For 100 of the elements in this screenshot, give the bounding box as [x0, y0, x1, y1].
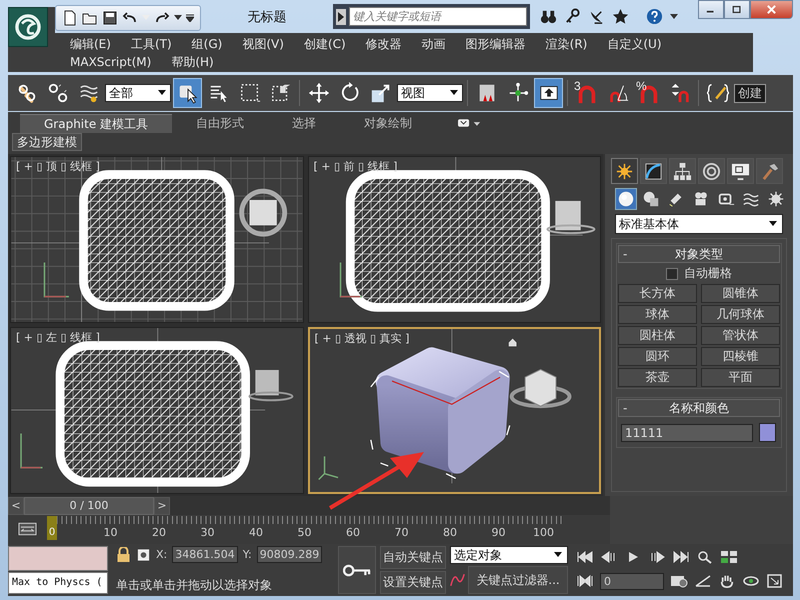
- search-field[interactable]: 键入关键字或短语: [349, 7, 527, 26]
- menu-item[interactable]: 创建(C): [296, 35, 355, 53]
- menu-item[interactable]: 自定义(U): [600, 35, 671, 53]
- named-selection-field[interactable]: 创建: [734, 84, 766, 102]
- current-frame-field[interactable]: 0: [600, 572, 664, 590]
- expand-arrow-icon[interactable]: [336, 8, 346, 24]
- go-to-end-icon[interactable]: [672, 550, 690, 564]
- menu-item[interactable]: 渲染(R): [538, 35, 596, 53]
- rollout-header[interactable]: - 对象类型: [618, 245, 780, 263]
- object-name-field[interactable]: 11111: [621, 424, 753, 442]
- viewport-label[interactable]: [ + ▯ 顶 ▯ 线框 ]: [16, 159, 100, 174]
- viewport-label[interactable]: [ + ▯ 前 ▯ 线框 ]: [314, 159, 398, 174]
- time-slider-thumb[interactable]: 0 / 100: [24, 497, 154, 515]
- object-type-button[interactable]: 茶壶: [618, 368, 697, 387]
- object-type-button[interactable]: 圆环: [618, 347, 697, 366]
- object-type-button[interactable]: 长方体: [618, 284, 697, 303]
- new-file-icon[interactable]: [62, 10, 78, 26]
- tangent-curve-icon[interactable]: [450, 572, 465, 588]
- menu-item[interactable]: 组(G): [184, 35, 232, 53]
- app-logo-icon[interactable]: [8, 7, 48, 47]
- y-coordinate-field[interactable]: 90809.289: [256, 546, 322, 563]
- object-type-button[interactable]: 球体: [618, 305, 697, 324]
- previous-frame-button[interactable]: <: [8, 497, 24, 515]
- help-icon[interactable]: [646, 8, 663, 25]
- view-cube-icon[interactable]: [546, 200, 595, 234]
- menu-item[interactable]: 帮助(H): [164, 53, 223, 71]
- caret-icon[interactable]: [670, 12, 678, 20]
- checkbox[interactable]: [666, 268, 678, 280]
- menu-item[interactable]: 工具(T): [124, 35, 181, 53]
- customize-caret-icon[interactable]: [186, 14, 194, 22]
- ribbon-tab[interactable]: Graphite 建模工具: [20, 114, 172, 133]
- viewport-label[interactable]: [ + ▯ 透视 ▯ 真实 ]: [314, 331, 410, 346]
- binoculars-icon[interactable]: [540, 8, 557, 25]
- time-configuration-icon[interactable]: [670, 574, 688, 588]
- object-type-button[interactable]: 平面: [701, 368, 780, 387]
- curve-icon-tab[interactable]: [640, 158, 667, 184]
- field-of-view-icon[interactable]: [694, 574, 712, 588]
- menu-item[interactable]: 图形编辑器: [458, 35, 535, 53]
- key-filters-button[interactable]: 关键点过滤器...: [468, 566, 568, 594]
- key-button[interactable]: [338, 546, 376, 594]
- rollout-header[interactable]: - 名称和颜色: [618, 399, 780, 417]
- auto-key-button[interactable]: 自动关键点: [380, 546, 446, 569]
- snap-toggle-button[interactable]: 3: [572, 78, 601, 108]
- hammer-tab[interactable]: [756, 158, 783, 184]
- viewport-label[interactable]: [ + ▯ 左 ▯ 线框 ]: [16, 330, 100, 345]
- object-type-button[interactable]: 圆柱体: [618, 326, 697, 345]
- menu-item[interactable]: MAXScript(M): [63, 53, 160, 71]
- star-icon[interactable]: [612, 8, 629, 25]
- view-cube-icon[interactable]: [248, 370, 294, 402]
- absolute-mode-icon[interactable]: [136, 546, 151, 562]
- menu-item[interactable]: 动画: [414, 35, 455, 53]
- target-circle-tab[interactable]: [698, 158, 725, 184]
- orbit-icon[interactable]: [742, 574, 760, 588]
- keyboard-shortcut-button[interactable]: [534, 78, 563, 108]
- viewport[interactable]: [ + ▯ 左 ▯ 线框 ]: [10, 327, 304, 494]
- percent-snap-button[interactable]: %: [634, 78, 663, 108]
- menu-item[interactable]: 修改器: [358, 35, 411, 53]
- view-cube-icon[interactable]: [509, 368, 571, 408]
- ribbon-tab[interactable]: 对象绘制: [340, 114, 436, 133]
- hierarchy-tab[interactable]: [669, 158, 696, 184]
- close-button[interactable]: [750, 0, 793, 19]
- timeline-ruler[interactable]: 0 10 20 30 40 50 60 70 80 90 100: [47, 516, 562, 542]
- select-object-button[interactable]: [173, 78, 202, 108]
- set-key-button[interactable]: 设置关键点: [380, 571, 446, 594]
- rounded-cube-drawing[interactable]: [375, 347, 510, 474]
- monitor-tab[interactable]: [727, 158, 754, 184]
- key-icon[interactable]: [564, 8, 581, 25]
- category-dropdown[interactable]: 标准基本体: [615, 214, 783, 234]
- key-mode-dropdown[interactable]: 选定对象: [450, 546, 568, 564]
- toolbar-dropdown[interactable]: 全部: [105, 84, 171, 102]
- sphere-icon-button[interactable]: [615, 188, 637, 210]
- lock-icon[interactable]: [116, 546, 131, 562]
- x-coordinate-field[interactable]: 34861.504: [172, 546, 238, 563]
- menu-item[interactable]: 视图(V): [235, 35, 293, 53]
- viewport[interactable]: [ + ▯ 透视 ▯ 真实 ]: [308, 327, 601, 494]
- toolbar-dropdown[interactable]: 视图: [397, 84, 463, 102]
- curve-editor-icon[interactable]: [18, 521, 37, 538]
- ribbon-tab[interactable]: 自由形式: [172, 114, 268, 133]
- pan-hand-icon[interactable]: [718, 574, 736, 588]
- key-mode-toggle-icon[interactable]: [576, 574, 594, 588]
- ribbon-panel-tab[interactable]: 多边形建模: [12, 133, 82, 151]
- zoom-all-icon[interactable]: [720, 550, 738, 564]
- maximize-button[interactable]: [724, 0, 750, 19]
- object-type-button[interactable]: 管状体: [701, 326, 780, 345]
- go-to-start-icon[interactable]: [576, 550, 594, 564]
- object-type-button[interactable]: 四棱锥: [701, 347, 780, 366]
- save-icon[interactable]: [102, 10, 118, 26]
- next-frame-button[interactable]: >: [154, 497, 170, 515]
- menu-item[interactable]: 编辑(E): [63, 35, 120, 53]
- caret-icon[interactable]: [174, 14, 182, 22]
- maximize-viewport-icon[interactable]: [766, 574, 784, 588]
- home-icon[interactable]: [508, 338, 516, 346]
- maxscript-listener-field[interactable]: Max to Physcs (: [8, 572, 108, 594]
- ribbon-tab[interactable]: 选择: [268, 114, 340, 133]
- object-type-button[interactable]: 圆锥体: [701, 284, 780, 303]
- listener-output-box[interactable]: [8, 546, 108, 571]
- view-cube-icon[interactable]: [239, 188, 288, 237]
- zoom-icon[interactable]: [696, 550, 714, 564]
- sun-icon-tab[interactable]: [611, 158, 638, 184]
- object-type-button[interactable]: 几何球体: [701, 305, 780, 324]
